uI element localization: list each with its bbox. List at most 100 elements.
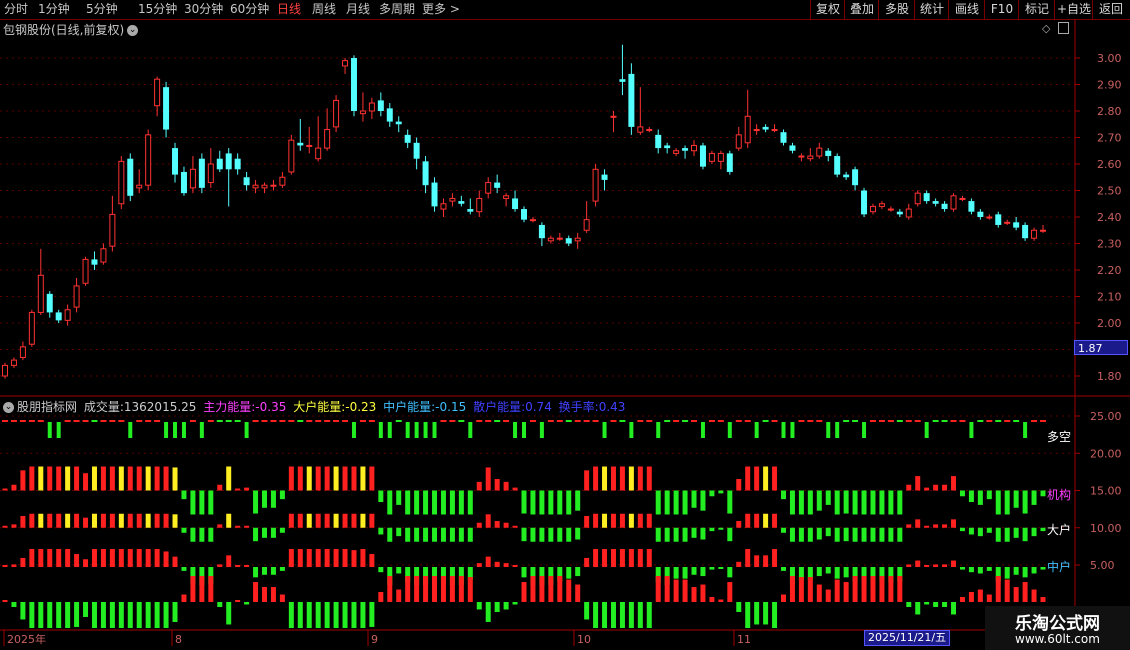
settings-diamond-icon[interactable]: ◇ bbox=[1042, 22, 1050, 35]
duokong-bar bbox=[977, 420, 984, 422]
energy-bar bbox=[736, 561, 742, 567]
energy-bar bbox=[646, 549, 652, 567]
energy-bar bbox=[619, 602, 625, 628]
expand-icon[interactable] bbox=[1058, 22, 1069, 34]
energy-bar bbox=[297, 513, 303, 528]
duokong-bar bbox=[682, 420, 689, 422]
duokong-bar bbox=[128, 422, 133, 438]
price-tick-label: 2.00 bbox=[1097, 317, 1122, 330]
energy-bar bbox=[781, 490, 786, 500]
energy-bar bbox=[47, 466, 53, 491]
duokong-bar bbox=[969, 422, 974, 438]
energy-bar bbox=[852, 527, 858, 542]
candle-body bbox=[1013, 222, 1020, 228]
energy-bar bbox=[915, 519, 921, 528]
candle-body bbox=[914, 192, 921, 205]
energy-bar bbox=[458, 576, 464, 602]
duokong-bar bbox=[807, 420, 814, 422]
candle-body bbox=[556, 237, 563, 240]
energy-bar bbox=[933, 524, 939, 528]
energy-bar bbox=[74, 466, 80, 491]
candle-body bbox=[691, 144, 698, 152]
duokong-bar bbox=[234, 420, 241, 422]
energy-bar bbox=[190, 527, 196, 542]
energy-bar bbox=[906, 602, 912, 607]
energy-bar bbox=[736, 478, 742, 491]
energy-bar bbox=[951, 519, 957, 528]
candle-body bbox=[708, 152, 715, 162]
energy-bar bbox=[432, 490, 438, 515]
duokong-bar bbox=[73, 420, 80, 422]
energy-bar bbox=[807, 527, 813, 542]
energy-bar bbox=[772, 549, 778, 567]
energy-bar bbox=[915, 560, 921, 567]
energy-bar bbox=[65, 549, 71, 567]
candle-body bbox=[297, 142, 304, 146]
energy-bar bbox=[861, 490, 867, 515]
energy-bar bbox=[888, 576, 894, 602]
energy-bar bbox=[602, 513, 608, 528]
duokong-bar bbox=[173, 422, 178, 438]
turnover-label: 换手率: bbox=[558, 400, 599, 414]
candle-body bbox=[646, 129, 653, 132]
energy-bar bbox=[74, 554, 80, 567]
candle-body bbox=[789, 145, 796, 151]
energy-bar bbox=[315, 513, 321, 528]
candle-body bbox=[64, 309, 71, 321]
energy-bar bbox=[727, 490, 733, 514]
energy-bar bbox=[870, 490, 876, 515]
energy-bar bbox=[199, 576, 205, 602]
energy-bar bbox=[324, 466, 330, 491]
energy-bar bbox=[2, 600, 8, 602]
energy-bar bbox=[56, 466, 62, 491]
candle-body bbox=[762, 126, 769, 130]
energy-bar bbox=[145, 549, 151, 567]
energy-bar bbox=[539, 490, 545, 515]
indicator-tick-label: 10.00 bbox=[1090, 522, 1122, 535]
energy-bar bbox=[154, 602, 160, 628]
energy-bar bbox=[351, 602, 357, 628]
duokong-bar bbox=[270, 420, 277, 422]
indicator-axis: 25.00 20.00 15.00 10.00 5.00 bbox=[1075, 410, 1122, 572]
energy-bar bbox=[933, 564, 939, 567]
duokong-bar bbox=[485, 420, 492, 422]
energy-bar bbox=[977, 490, 983, 505]
energy-bar bbox=[65, 466, 71, 491]
energy-bar bbox=[38, 602, 44, 628]
indicator-menu-icon[interactable]: ⌄ bbox=[3, 402, 14, 413]
chevron-down-icon[interactable]: ⌄ bbox=[127, 25, 139, 36]
energy-bar bbox=[1031, 527, 1037, 537]
energy-bar bbox=[718, 599, 724, 602]
duokong-bar bbox=[244, 422, 249, 438]
energy-bar bbox=[557, 527, 563, 542]
indicator-name: 股朋指标网 bbox=[17, 400, 78, 414]
energy-bar bbox=[843, 527, 849, 542]
duokong-bar bbox=[19, 420, 26, 422]
energy-bar bbox=[163, 602, 169, 628]
chart-canvas[interactable]: 3.00 2.90 2.80 2.70 2.60 2.50 2.40 2.30 2.20 2.10… bbox=[0, 0, 1130, 650]
energy-bar bbox=[235, 565, 241, 567]
energy-bar bbox=[20, 602, 26, 620]
energy-bar bbox=[942, 524, 948, 528]
candle-body bbox=[136, 184, 143, 189]
duokong-bar bbox=[1013, 420, 1020, 422]
duokong-bar bbox=[100, 420, 107, 422]
candle-body bbox=[395, 121, 402, 125]
big-energy-label: 大户能量: bbox=[293, 400, 346, 414]
current-price-label: 1.87 bbox=[1074, 340, 1128, 355]
price-tick-label: 2.20 bbox=[1097, 264, 1122, 277]
candle-body bbox=[816, 147, 823, 157]
duokong-bar bbox=[82, 420, 89, 422]
energy-bar bbox=[709, 527, 715, 532]
candle-body bbox=[521, 209, 527, 220]
candle-body bbox=[10, 359, 17, 366]
energy-bar bbox=[485, 602, 491, 622]
energy-bar bbox=[172, 602, 178, 622]
energy-bar bbox=[807, 577, 813, 602]
duokong-bar bbox=[629, 422, 634, 438]
energy-bar bbox=[673, 527, 679, 542]
energy-bar bbox=[566, 579, 572, 602]
energy-bar bbox=[2, 565, 8, 567]
indicator-tick-label: 5.00 bbox=[1090, 559, 1115, 572]
candle-body bbox=[529, 219, 536, 222]
